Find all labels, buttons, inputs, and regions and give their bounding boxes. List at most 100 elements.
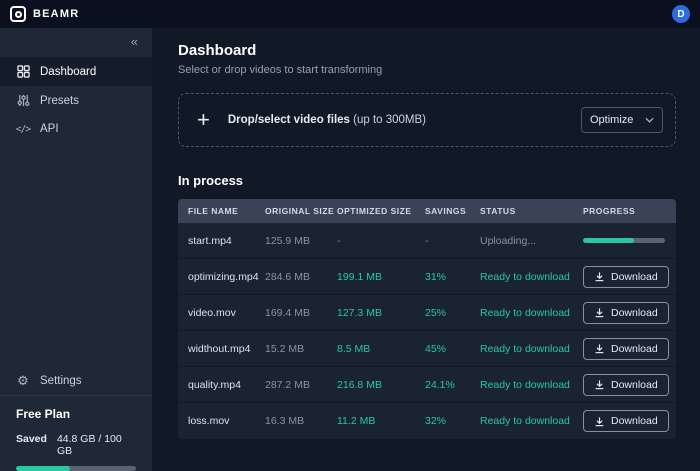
download-button[interactable]: Download — [583, 410, 669, 432]
table-row: loss.mov 16.3 MB 11.2 MB 32% Ready to do… — [178, 403, 676, 439]
sidebar-item-label: Presets — [40, 95, 79, 107]
dropzone[interactable]: + Drop/select video files (up to 300MB) … — [178, 93, 676, 147]
code-icon: </> — [16, 124, 30, 135]
column-header: FILE NAME — [178, 206, 265, 216]
brand: BEAMR — [10, 6, 79, 22]
plus-icon: + — [197, 109, 210, 131]
file-name: quality.mp4 — [178, 379, 265, 391]
column-header: STATUS — [480, 206, 583, 216]
optimized-size: 127.3 MB — [337, 307, 425, 319]
page-subtitle: Select or drop videos to start transform… — [178, 64, 676, 76]
file-name: video.mov — [178, 307, 265, 319]
download-label: Download — [611, 307, 658, 319]
column-header: OPTIMIZED SIZE — [337, 206, 425, 216]
original-size: 169.4 MB — [265, 307, 337, 319]
download-button[interactable]: Download — [583, 374, 669, 396]
original-size: 287.2 MB — [265, 379, 337, 391]
sidebar-collapse-button[interactable]: « — [0, 28, 152, 57]
user-avatar[interactable]: D — [672, 5, 690, 23]
savings: 25% — [425, 307, 480, 319]
plan-progress-bar — [16, 466, 136, 471]
sidebar-item-api[interactable]: </> API — [0, 115, 152, 143]
savings: - — [425, 235, 480, 247]
optimize-select-value: Optimize — [590, 114, 633, 126]
download-label: Download — [611, 379, 658, 391]
status: Ready to download — [480, 271, 583, 283]
status: Ready to download — [480, 415, 583, 427]
dropzone-label: Drop/select video files (up to 300MB) — [228, 114, 426, 126]
dashboard-grid-icon — [16, 65, 30, 78]
gear-icon: ⚙ — [16, 374, 30, 387]
optimize-select[interactable]: Optimize — [581, 107, 663, 133]
beamr-logo-icon — [10, 6, 26, 22]
file-name: start.mp4 — [178, 235, 265, 247]
table-row: quality.mp4 287.2 MB 216.8 MB 24.1% Read… — [178, 367, 676, 403]
in-process-title: In process — [178, 173, 676, 188]
sidebar-item-label: Settings — [40, 375, 82, 387]
row-progress — [583, 238, 665, 243]
in-process-table: FILE NAMEORIGINAL SIZEOPTIMIZED SIZESAVI… — [178, 199, 676, 439]
status: Uploading... — [480, 235, 583, 247]
download-button[interactable]: Download — [583, 302, 669, 324]
table-row: widthout.mp4 15.2 MB 8.5 MB 45% Ready to… — [178, 331, 676, 367]
chevrons-left-icon: « — [131, 34, 138, 49]
download-icon — [594, 379, 605, 390]
column-header: SAVINGS — [425, 206, 480, 216]
file-name: loss.mov — [178, 415, 265, 427]
plan-name: Free Plan — [16, 407, 136, 421]
download-button[interactable]: Download — [583, 338, 669, 360]
table-body: start.mp4 125.9 MB - - Uploading... opti… — [178, 223, 676, 439]
download-icon — [594, 343, 605, 354]
savings: 24.1% — [425, 379, 480, 391]
table-row: video.mov 169.4 MB 127.3 MB 25% Ready to… — [178, 295, 676, 331]
file-name: widthout.mp4 — [178, 343, 265, 355]
sidebar-item-label: Dashboard — [40, 66, 96, 78]
optimized-size: - — [337, 235, 425, 247]
download-label: Download — [611, 271, 658, 283]
original-size: 284.6 MB — [265, 271, 337, 283]
savings: 45% — [425, 343, 480, 355]
savings: 32% — [425, 415, 480, 427]
sliders-icon — [16, 94, 30, 107]
page-title: Dashboard — [178, 42, 676, 59]
table-row: optimizing.mp4 284.6 MB 199.1 MB 31% Rea… — [178, 259, 676, 295]
sidebar-item-label: API — [40, 123, 59, 135]
table-row: start.mp4 125.9 MB - - Uploading... — [178, 223, 676, 259]
sidebar-item-dashboard[interactable]: Dashboard — [0, 57, 152, 86]
download-icon — [594, 271, 605, 282]
topbar: BEAMR D — [0, 0, 700, 28]
status: Ready to download — [480, 343, 583, 355]
download-icon — [594, 416, 605, 427]
plan-panel: Free Plan Saved 44.8 GB / 100 GB — [0, 395, 152, 471]
sidebar: « Dashboard Presets </> API — [0, 28, 152, 471]
dropzone-label-bold: Drop/select video files — [228, 114, 350, 126]
main-content: Dashboard Select or drop videos to start… — [152, 28, 700, 471]
sidebar-item-settings[interactable]: ⚙ Settings — [0, 366, 152, 395]
sidebar-item-presets[interactable]: Presets — [0, 86, 152, 115]
savings: 31% — [425, 271, 480, 283]
optimized-size: 11.2 MB — [337, 415, 425, 427]
original-size: 16.3 MB — [265, 415, 337, 427]
saved-label: Saved — [16, 433, 47, 457]
optimized-size: 199.1 MB — [337, 271, 425, 283]
status: Ready to download — [480, 379, 583, 391]
file-name: optimizing.mp4 — [178, 271, 265, 283]
chevron-down-icon — [645, 117, 654, 123]
original-size: 125.9 MB — [265, 235, 337, 247]
table-header-row: FILE NAMEORIGINAL SIZEOPTIMIZED SIZESAVI… — [178, 199, 676, 223]
optimized-size: 8.5 MB — [337, 343, 425, 355]
column-header: ORIGINAL SIZE — [265, 206, 337, 216]
column-header: PROGRESS — [583, 206, 676, 216]
status: Ready to download — [480, 307, 583, 319]
row-progress-fill — [583, 238, 634, 243]
download-button[interactable]: Download — [583, 266, 669, 288]
download-label: Download — [611, 343, 658, 355]
download-label: Download — [611, 415, 658, 427]
dropzone-label-note: (up to 300MB) — [353, 114, 426, 126]
original-size: 15.2 MB — [265, 343, 337, 355]
plan-progress-fill — [16, 466, 70, 471]
optimized-size: 216.8 MB — [337, 379, 425, 391]
saved-value: 44.8 GB / 100 GB — [57, 433, 136, 457]
download-icon — [594, 307, 605, 318]
brand-name: BEAMR — [33, 8, 79, 20]
